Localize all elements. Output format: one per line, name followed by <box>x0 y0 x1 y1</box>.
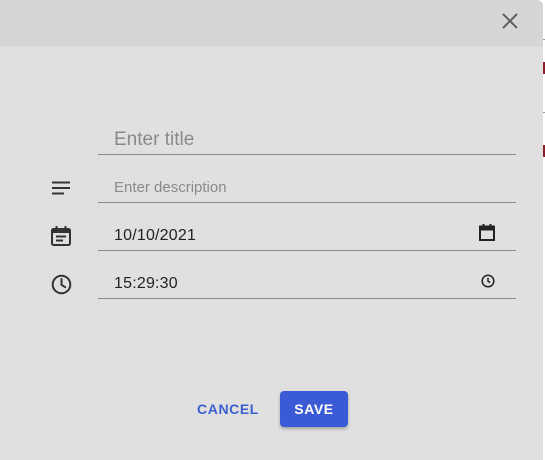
calendar-picker-button[interactable] <box>476 224 498 246</box>
close-icon <box>501 12 519 35</box>
time-value: 15:29:30 <box>114 275 178 292</box>
title-field[interactable] <box>98 125 516 155</box>
dialog-header <box>0 0 543 46</box>
time-field[interactable]: 15:29:30 <box>98 269 516 299</box>
clock-icon <box>481 273 495 293</box>
notes-icon <box>49 176 73 200</box>
cancel-button[interactable]: CANCEL <box>192 391 264 427</box>
date-value: 10/10/2021 <box>114 227 197 244</box>
event-icon <box>49 224 73 248</box>
description-input[interactable] <box>98 173 516 202</box>
calendar-icon <box>479 224 495 246</box>
save-button[interactable]: SAVE <box>280 391 348 427</box>
close-button[interactable] <box>496 9 524 37</box>
clock-icon <box>49 272 73 296</box>
time-picker-button[interactable] <box>477 272 499 294</box>
event-dialog: 10/10/2021 15:29:30 <box>0 0 543 460</box>
description-field[interactable] <box>98 173 516 203</box>
date-field[interactable]: 10/10/2021 <box>98 221 516 251</box>
title-input[interactable] <box>98 125 516 154</box>
